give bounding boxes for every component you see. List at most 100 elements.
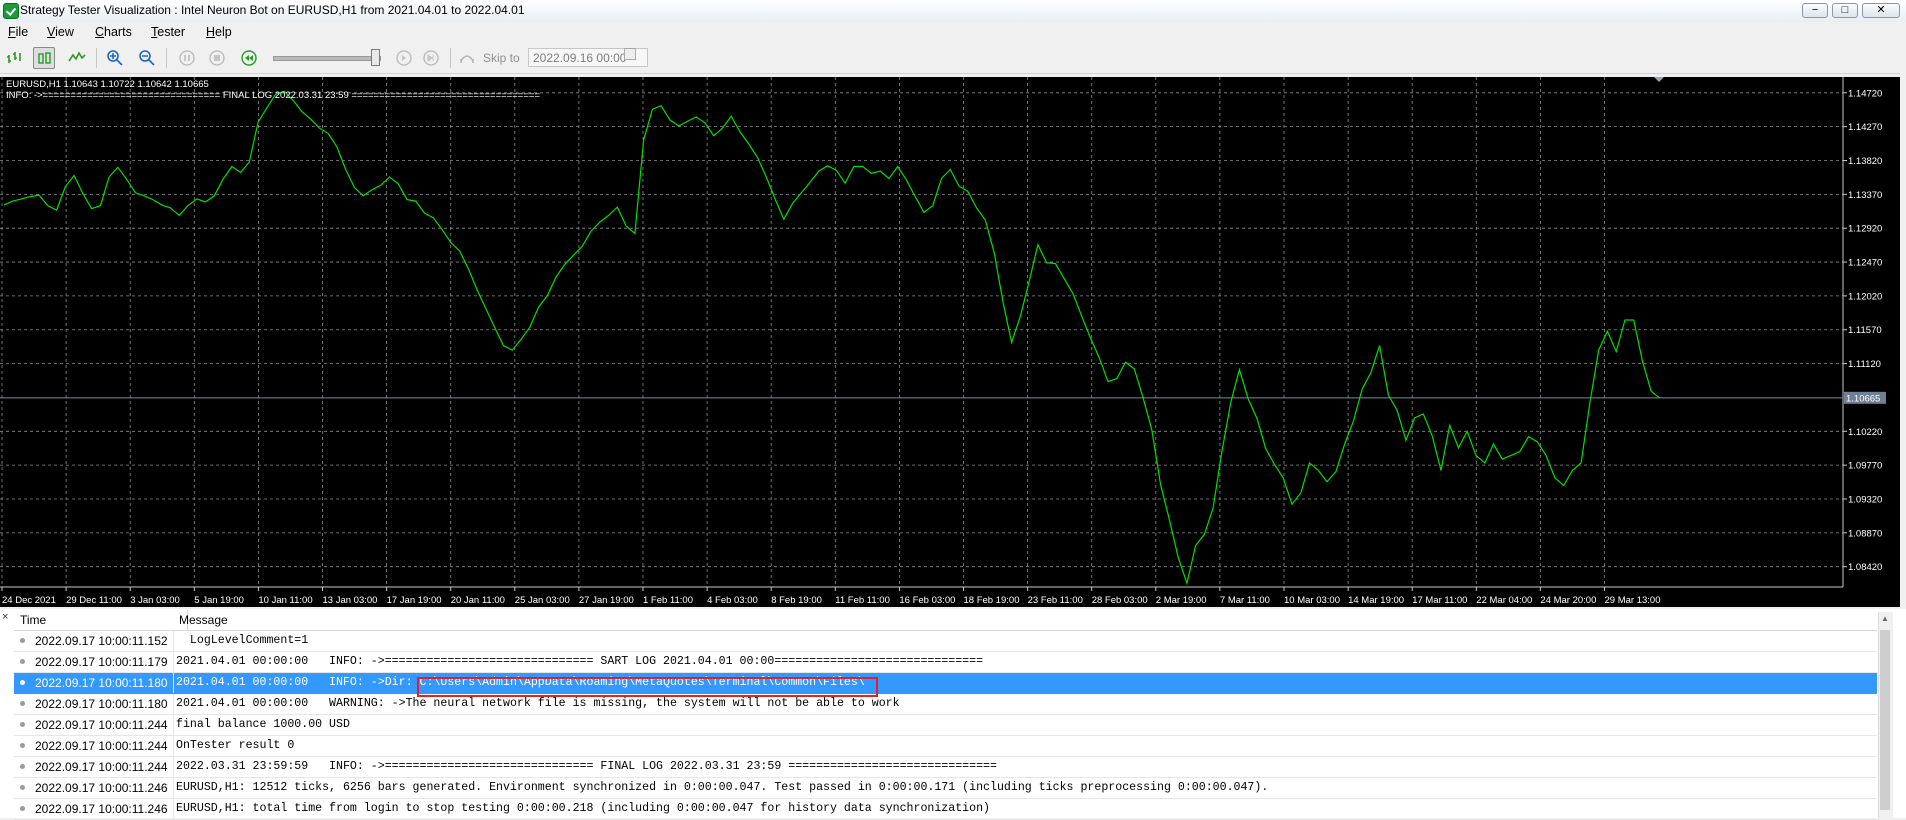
skip-end-button[interactable] — [420, 47, 442, 69]
toolbar-separator — [96, 48, 97, 68]
column-divider — [173, 673, 174, 693]
path-highlight-box — [417, 677, 878, 697]
minimize-icon: − — [1811, 4, 1819, 16]
x-tick-label: 1 Feb 11:00 — [643, 595, 693, 606]
column-divider — [173, 799, 174, 819]
x-tick-label: 24 Dec 2021 — [2, 595, 56, 606]
close-icon[interactable]: × — [2, 611, 8, 623]
chart-shift-marker[interactable] — [1654, 77, 1664, 82]
title-bar: Strategy Tester Visualization : Intel Ne… — [0, 0, 1906, 23]
minimize-button[interactable]: − — [1802, 3, 1828, 18]
candlestick-button[interactable] — [33, 47, 55, 69]
log-bullet-icon — [20, 806, 25, 811]
journal-rows: 2022.09.17 10:00:11.152 LogLevelComment=… — [14, 631, 1877, 820]
skip-to-button[interactable] — [456, 47, 478, 69]
y-tick-label: 1.08870 — [1848, 528, 1882, 539]
journal-row[interactable]: 2022.09.17 10:00:11.180 2021.04.01 00:00:… — [14, 694, 1877, 715]
toolbar-separator — [450, 48, 451, 68]
journal-row[interactable]: 2022.09.17 10:00:11.244 2022.03.31 23:59:… — [14, 757, 1877, 778]
column-divider — [173, 631, 174, 651]
toolbar: Skip to 2022.09.16 00:00 — [0, 43, 1900, 74]
y-tick-label: 1.11120 — [1848, 359, 1881, 370]
y-tick-label: 1.12920 — [1848, 224, 1882, 235]
log-time: 2022.09.17 10:00:11.244 — [35, 718, 168, 732]
speed-back-icon — [241, 50, 257, 66]
y-tick-label: 1.14270 — [1848, 122, 1882, 133]
log-bullet-icon — [20, 722, 25, 727]
x-tick-label: 3 Jan 03:00 — [130, 595, 180, 606]
x-tick-label: 18 Feb 19:00 — [964, 595, 1020, 606]
y-tick-label: 1.13820 — [1848, 156, 1882, 167]
step-forward-button[interactable] — [393, 47, 415, 69]
log-time: 2022.09.17 10:00:11.244 — [35, 760, 168, 774]
scrollbar-thumb[interactable] — [1880, 630, 1890, 810]
journal-row[interactable]: 2022.09.17 10:00:11.244 final balance 100… — [14, 715, 1877, 736]
log-time: 2022.09.17 10:00:11.179 — [35, 655, 168, 669]
log-bullet-icon — [20, 701, 25, 706]
calendar-dropdown-icon[interactable] — [624, 48, 636, 60]
column-divider — [173, 757, 174, 777]
info-log-line: INFO: ->================================… — [6, 90, 540, 101]
log-bullet-icon — [20, 638, 25, 643]
speed-back-button[interactable] — [238, 47, 260, 69]
x-tick-label: 17 Jan 19:00 — [387, 595, 442, 606]
log-message: 2022.03.31 23:59:59 INFO: ->============… — [176, 760, 997, 773]
x-tick-label: 27 Jan 19:00 — [579, 595, 634, 606]
column-header-message[interactable]: Message — [179, 613, 228, 627]
y-tick-label: 1.08420 — [1848, 562, 1882, 573]
menu-tester[interactable]: Tester — [151, 25, 185, 39]
journal-row[interactable]: 2022.09.17 10:00:11.246 EURUSD,H1: total … — [14, 799, 1877, 820]
speed-slider-thumb[interactable] — [371, 49, 380, 66]
close-button[interactable]: ✕ — [1862, 3, 1900, 18]
x-tick-label: 4 Feb 03:00 — [707, 595, 758, 606]
speed-slider-track[interactable] — [273, 56, 381, 61]
log-message: 2021.04.01 00:00:00 INFO: ->============… — [176, 655, 984, 668]
menu-help[interactable]: Help — [206, 25, 232, 39]
x-tick-label: 23 Feb 11:00 — [1028, 595, 1083, 606]
maximize-button[interactable]: □ — [1832, 3, 1858, 18]
y-tick-label: 1.09320 — [1848, 494, 1882, 505]
menu-file[interactable]: File — [8, 25, 28, 39]
journal-row[interactable]: 2022.09.17 10:00:11.246 EURUSD,H1: 12512 … — [14, 778, 1877, 799]
y-tick-label: 1.13370 — [1848, 190, 1882, 201]
zoom-out-button[interactable] — [136, 47, 158, 69]
menu-bar: File View Charts Tester Help — [0, 22, 1906, 42]
pause-button[interactable] — [176, 47, 198, 69]
x-tick-label: 2 Mar 19:00 — [1156, 595, 1207, 606]
log-message: 2021.04.01 00:00:00 WARNING: ->The neura… — [176, 697, 900, 710]
line-chart-button[interactable] — [66, 47, 88, 69]
zoom-in-button[interactable] — [104, 47, 126, 69]
menu-view[interactable]: View — [47, 25, 74, 39]
bar-chart-button[interactable] — [4, 47, 26, 69]
current-price-label: 1.10665 — [1846, 393, 1880, 404]
x-tick-label: 28 Feb 03:00 — [1092, 595, 1148, 606]
log-message: final balance 1000.00 USD — [176, 718, 350, 731]
stop-button[interactable] — [206, 47, 228, 69]
y-tick-label: 1.12470 — [1848, 258, 1882, 269]
chart-canvas: 1.10665 EURUSD,H1 1.10643 1.10722 1.1064… — [0, 77, 1886, 606]
x-tick-label: 8 Feb 19:00 — [771, 595, 822, 606]
stop-icon — [209, 50, 225, 66]
journal-row[interactable]: 2022.09.17 10:00:11.180 2021.04.01 00:00:… — [14, 673, 1877, 694]
journal-row[interactable]: 2022.09.17 10:00:11.244 OnTester result 0 — [14, 736, 1877, 757]
x-tick-label: 25 Jan 03:00 — [515, 595, 570, 606]
journal-row[interactable]: 2022.09.17 10:00:11.152 LogLevelComment=… — [14, 631, 1877, 652]
scroll-up-icon[interactable]: ▲ — [1881, 614, 1889, 623]
x-tick-label: 7 Mar 11:00 — [1220, 595, 1270, 606]
column-header-time[interactable]: Time — [20, 613, 46, 627]
log-bullet-icon — [20, 743, 25, 748]
app-icon — [3, 3, 19, 19]
log-message: OnTester result 0 — [176, 739, 295, 752]
menu-charts[interactable]: Charts — [95, 25, 132, 39]
log-bullet-icon — [20, 680, 25, 685]
x-tick-label: 29 Dec 11:00 — [66, 595, 122, 606]
skip-to-label: Skip to — [483, 51, 520, 65]
column-divider — [173, 694, 174, 714]
x-tick-label: 10 Jan 11:00 — [258, 595, 312, 606]
x-tick-label: 16 Feb 03:00 — [899, 595, 955, 606]
journal-row[interactable]: 2022.09.17 10:00:11.179 2021.04.01 00:00:… — [14, 652, 1877, 673]
price-chart[interactable]: 1.10665 EURUSD,H1 1.10643 1.10722 1.1064… — [0, 77, 1906, 607]
maximize-icon: □ — [1841, 4, 1849, 16]
y-tick-label: 1.11570 — [1848, 325, 1882, 336]
log-time: 2022.09.17 10:00:11.246 — [35, 781, 168, 795]
